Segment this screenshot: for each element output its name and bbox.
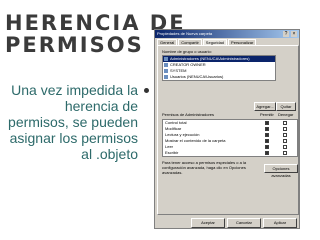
permission-row: Escribir <box>163 150 297 156</box>
deny-checkbox[interactable] <box>283 133 287 137</box>
deny-checkbox[interactable] <box>283 121 287 125</box>
properties-dialog: Propiedades de Nueva carpeta ? × General… <box>154 29 300 229</box>
deny-checkbox[interactable] <box>283 151 287 155</box>
ok-button[interactable]: Aceptar <box>191 218 225 228</box>
deny-checkbox[interactable] <box>283 145 287 149</box>
allow-checkbox[interactable] <box>265 145 269 149</box>
help-icon[interactable]: ? <box>283 31 289 37</box>
bullet-icon <box>144 88 149 93</box>
slide-body-text: Una vez impedida la herencia de permisos… <box>8 82 138 162</box>
user-icon <box>164 63 168 67</box>
deny-header: Denegar <box>278 112 294 117</box>
dialog-title: Propiedades de Nueva carpeta <box>157 31 213 36</box>
advanced-note: Para tener acceso a permisos especiales … <box>162 160 247 175</box>
close-icon[interactable]: × <box>291 31 297 37</box>
deny-checkbox[interactable] <box>283 139 287 143</box>
advanced-options-button[interactable]: Opciones avanzadas <box>264 164 298 178</box>
user-group-icon <box>164 57 168 61</box>
allow-checkbox[interactable] <box>265 133 269 137</box>
user-group-icon <box>164 75 168 79</box>
permissions-list: Control total Modificar Lectura y ejecuc… <box>162 119 298 157</box>
names-label: Nombre de grupo o usuario: <box>162 49 212 54</box>
remove-button[interactable]: Quitar <box>276 102 296 111</box>
cancel-button[interactable]: Cancelar <box>227 218 261 228</box>
allow-checkbox[interactable] <box>265 127 269 131</box>
dialog-titlebar: Propiedades de Nueva carpeta ? × <box>155 30 299 38</box>
allow-checkbox[interactable] <box>265 121 269 125</box>
user-icon <box>164 69 168 73</box>
slide: HERENCIA DE PERMISOS Una vez impedida la… <box>0 0 320 240</box>
list-item[interactable]: Usuarios (NENUCA\Usuarios) <box>163 74 275 80</box>
permissions-label: Permisos de Administradores <box>162 112 215 117</box>
apply-button[interactable]: Aplicar <box>263 218 297 228</box>
allow-checkbox[interactable] <box>265 151 269 155</box>
users-list[interactable]: Administradores (NENUCA\Administradores)… <box>162 55 276 81</box>
dialog-footer: Aceptar Cancelar Aplicar <box>191 218 299 228</box>
security-panel: Nombre de grupo o usuario: Administrador… <box>157 45 299 215</box>
add-button[interactable]: Agregar... <box>254 102 276 111</box>
permissions-header: Permisos de Administradores Permitir Den… <box>162 112 296 118</box>
deny-checkbox[interactable] <box>283 127 287 131</box>
allow-header: Permitir <box>260 112 274 117</box>
allow-checkbox[interactable] <box>265 139 269 143</box>
